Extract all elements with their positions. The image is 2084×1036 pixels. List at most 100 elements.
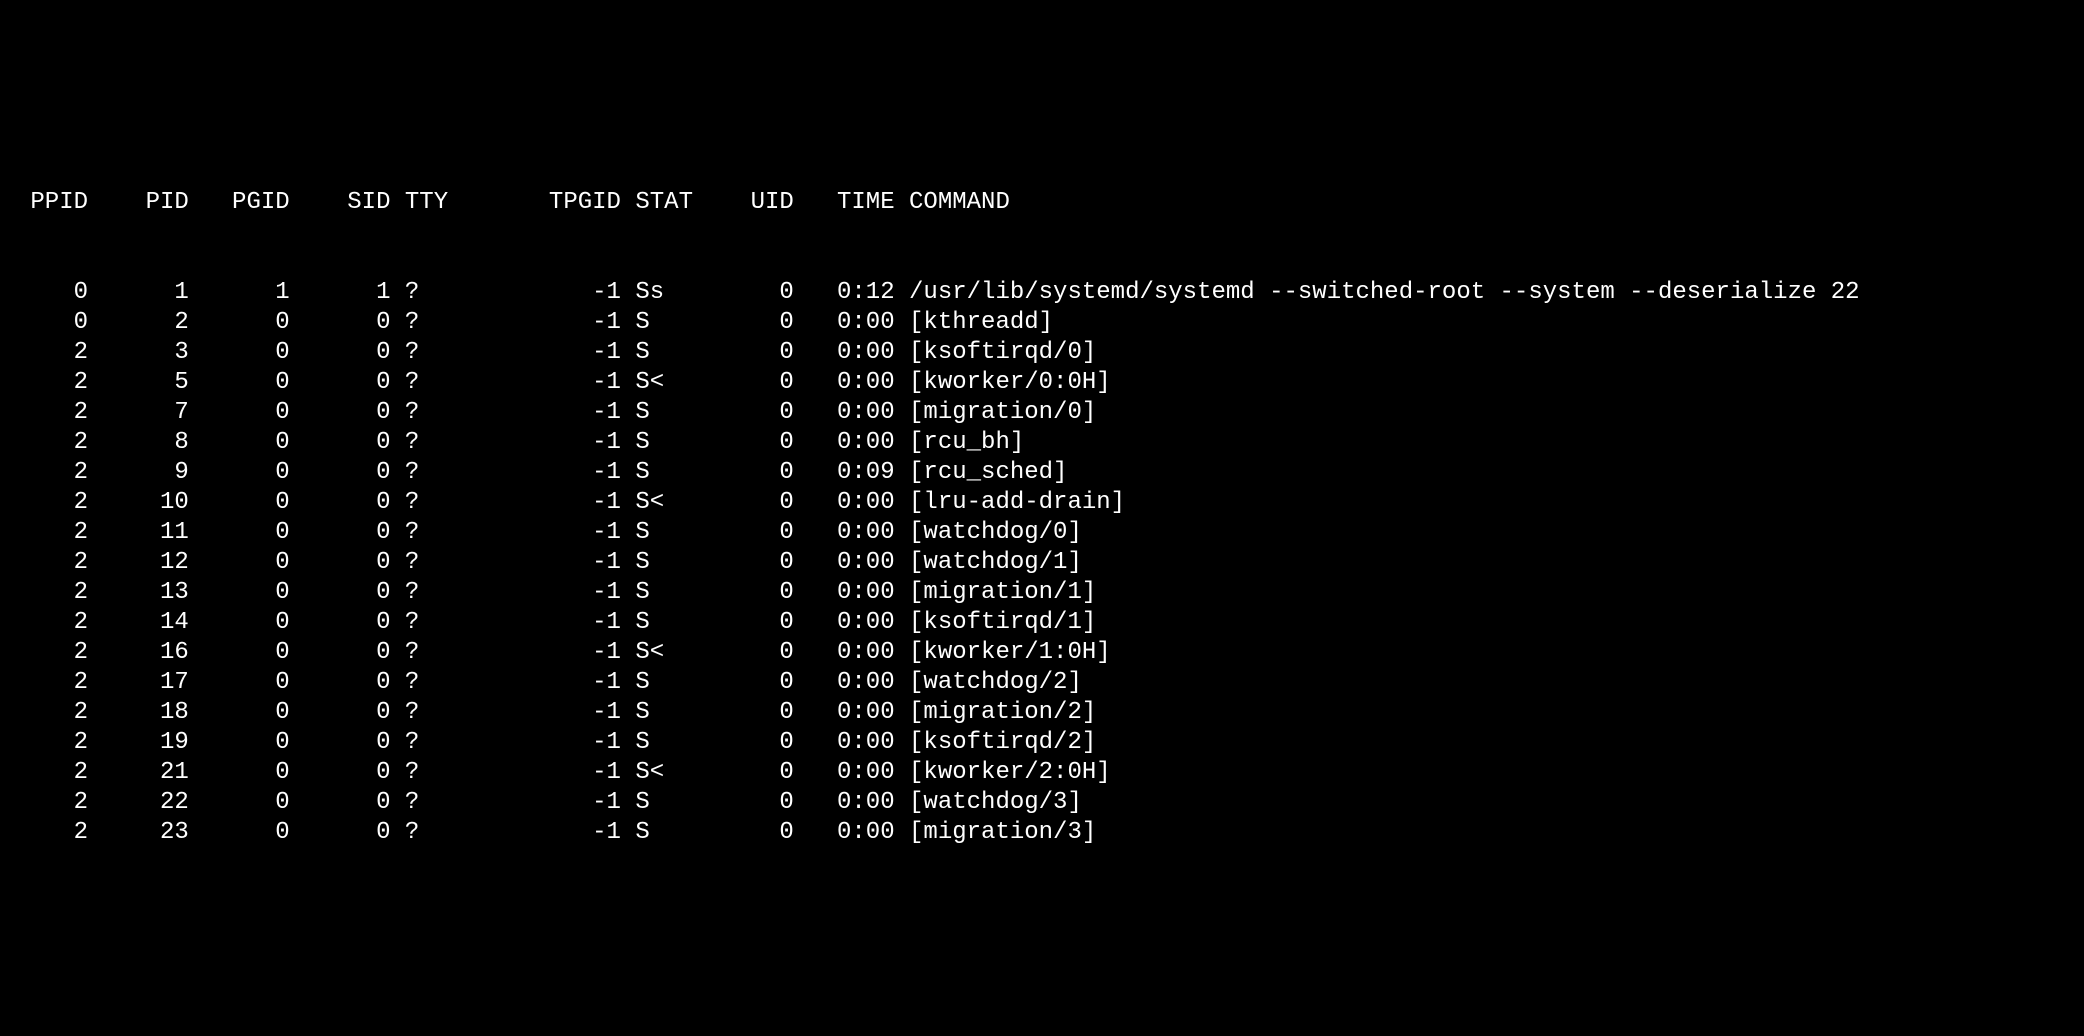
cell-pid: 21	[88, 759, 189, 786]
cell-time: 0:00	[794, 699, 895, 726]
cell-time: 0:00	[794, 669, 895, 696]
cell-sid: 0	[290, 579, 391, 606]
cell-ppid: 2	[16, 819, 88, 846]
cell-time: 0:12	[794, 279, 895, 306]
cell-pgid: 0	[189, 579, 290, 606]
cell-tpgid: -1	[463, 399, 621, 426]
cell-ppid: 2	[16, 549, 88, 576]
cell-pgid: 0	[189, 399, 290, 426]
cell-command: [rcu_sched]	[895, 459, 1068, 486]
cell-pgid: 0	[189, 489, 290, 516]
cell-pid: 10	[88, 489, 189, 516]
cell-tpgid: -1	[463, 639, 621, 666]
cell-sid: 0	[290, 549, 391, 576]
ps-row: 2 23 0 0 ? -1 S 0 0:00 [migration/3]	[16, 818, 2068, 848]
cell-pid: 19	[88, 729, 189, 756]
cell-pid: 23	[88, 819, 189, 846]
cell-tty: ?	[391, 639, 463, 666]
cell-ppid: 2	[16, 579, 88, 606]
cell-uid: 0	[707, 669, 793, 696]
cell-pgid: 0	[189, 459, 290, 486]
cell-sid: 0	[290, 459, 391, 486]
cell-time: 0:00	[794, 519, 895, 546]
cell-stat: S	[621, 339, 707, 366]
cell-tpgid: -1	[463, 549, 621, 576]
cell-pid: 11	[88, 519, 189, 546]
cell-time: 0:00	[794, 399, 895, 426]
cell-time: 0:00	[794, 639, 895, 666]
cell-uid: 0	[707, 819, 793, 846]
cell-tty: ?	[391, 339, 463, 366]
cell-sid: 0	[290, 669, 391, 696]
cell-ppid: 2	[16, 729, 88, 756]
col-header-uid: UID	[707, 189, 793, 216]
cell-sid: 0	[290, 699, 391, 726]
cell-tty: ?	[391, 789, 463, 816]
cell-time: 0:00	[794, 489, 895, 516]
cell-pgid: 0	[189, 609, 290, 636]
col-header-tpgid: TPGID	[463, 189, 621, 216]
ps-row: 2 19 0 0 ? -1 S 0 0:00 [ksoftirqd/2]	[16, 728, 2068, 758]
cell-pid: 7	[88, 399, 189, 426]
cell-uid: 0	[707, 459, 793, 486]
cell-pid: 22	[88, 789, 189, 816]
cell-pgid: 0	[189, 669, 290, 696]
ps-row: 2 18 0 0 ? -1 S 0 0:00 [migration/2]	[16, 698, 2068, 728]
cell-uid: 0	[707, 519, 793, 546]
cell-ppid: 2	[16, 459, 88, 486]
cell-ppid: 2	[16, 699, 88, 726]
ps-row: 2 16 0 0 ? -1 S< 0 0:00 [kworker/1:0H]	[16, 638, 2068, 668]
cell-stat: S	[621, 699, 707, 726]
cell-pgid: 0	[189, 549, 290, 576]
cell-stat: S	[621, 399, 707, 426]
cell-pgid: 1	[189, 279, 290, 306]
cell-pid: 9	[88, 459, 189, 486]
cell-ppid: 2	[16, 669, 88, 696]
cell-time: 0:00	[794, 369, 895, 396]
cell-command: [migration/0]	[895, 399, 1097, 426]
cell-pgid: 0	[189, 639, 290, 666]
cell-pgid: 0	[189, 339, 290, 366]
cell-stat: S	[621, 519, 707, 546]
cell-command: [watchdog/3]	[895, 789, 1082, 816]
cell-sid: 0	[290, 519, 391, 546]
cell-command: [lru-add-drain]	[895, 489, 1125, 516]
cell-tty: ?	[391, 459, 463, 486]
col-header-ppid: PPID	[16, 189, 88, 216]
cell-ppid: 2	[16, 489, 88, 516]
cell-tpgid: -1	[463, 519, 621, 546]
cell-pgid: 0	[189, 819, 290, 846]
cell-uid: 0	[707, 579, 793, 606]
cell-uid: 0	[707, 369, 793, 396]
ps-row: 2 7 0 0 ? -1 S 0 0:00 [migration/0]	[16, 398, 2068, 428]
cell-pid: 14	[88, 609, 189, 636]
cell-time: 0:00	[794, 309, 895, 336]
cell-tpgid: -1	[463, 789, 621, 816]
cell-command: /usr/lib/systemd/systemd --switched-root…	[895, 279, 1860, 306]
cell-ppid: 0	[16, 279, 88, 306]
cell-sid: 0	[290, 639, 391, 666]
cell-pgid: 0	[189, 699, 290, 726]
ps-row: 2 12 0 0 ? -1 S 0 0:00 [watchdog/1]	[16, 548, 2068, 578]
cell-time: 0:00	[794, 759, 895, 786]
cell-uid: 0	[707, 399, 793, 426]
cell-uid: 0	[707, 339, 793, 366]
cell-command: [kworker/1:0H]	[895, 639, 1111, 666]
cell-tpgid: -1	[463, 339, 621, 366]
cell-ppid: 2	[16, 789, 88, 816]
cell-stat: S	[621, 309, 707, 336]
cell-tty: ?	[391, 279, 463, 306]
cell-sid: 0	[290, 429, 391, 456]
cell-tty: ?	[391, 369, 463, 396]
cell-sid: 0	[290, 759, 391, 786]
cell-tty: ?	[391, 309, 463, 336]
cell-time: 0:09	[794, 459, 895, 486]
ps-row: 2 21 0 0 ? -1 S< 0 0:00 [kworker/2:0H]	[16, 758, 2068, 788]
cell-tpgid: -1	[463, 819, 621, 846]
cell-time: 0:00	[794, 729, 895, 756]
cell-stat: S<	[621, 369, 707, 396]
cell-pid: 13	[88, 579, 189, 606]
cell-tpgid: -1	[463, 429, 621, 456]
cell-sid: 0	[290, 609, 391, 636]
cell-command: [watchdog/2]	[895, 669, 1082, 696]
